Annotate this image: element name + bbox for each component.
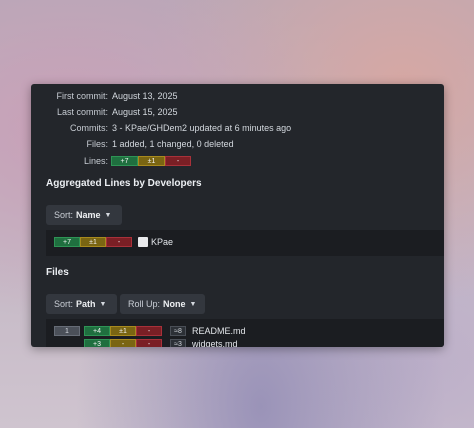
files-sort-value: Path <box>76 299 96 309</box>
chevron-down-icon: ▼ <box>189 300 197 308</box>
developer-changed-badge: ±1 <box>80 237 106 247</box>
files-value: 1 added, 1 changed, 0 deleted <box>112 139 234 149</box>
last-commit-label: Last commit: <box>56 107 108 117</box>
commits-label: Commits: <box>70 123 108 133</box>
developers-sort-label: Sort: <box>54 210 74 220</box>
developers-sort-dropdown[interactable]: Sort: Name ▼ <box>46 205 122 225</box>
file-name[interactable]: widgets.md <box>192 339 238 347</box>
file-line-badges: +3 - - <box>84 339 162 347</box>
file-count: ≈8 <box>170 326 186 336</box>
chevron-down-icon: ▼ <box>99 300 107 308</box>
developers-sort-value: Name <box>76 210 101 220</box>
file-row[interactable]: 1 +4 ±1 - ≈8 README.md <box>54 325 246 337</box>
lines-label: Lines: <box>83 156 108 166</box>
commit-summary-panel: First commit: August 13, 2025 Last commi… <box>31 84 444 347</box>
file-index-badge: 1 <box>54 326 80 336</box>
file-changed-badge: - <box>110 339 136 347</box>
file-deleted-badge: - <box>136 339 162 347</box>
file-count: ≈3 <box>170 339 186 347</box>
files-label: Files: <box>86 139 108 149</box>
developer-row[interactable]: +7 ±1 - KPae <box>54 237 173 247</box>
lines-added-badge: +7 <box>111 156 138 166</box>
last-commit-value: August 15, 2025 <box>112 107 178 117</box>
files-rollup-label: Roll Up: <box>128 299 161 309</box>
file-added-badge: +3 <box>84 339 110 347</box>
first-commit-value: August 13, 2025 <box>112 91 178 101</box>
commits-row: Commits: 3 - KPae/GHDem2 updated at 6 mi… <box>31 121 444 135</box>
commits-value[interactable]: 3 - KPae/GHDem2 updated at 6 minutes ago <box>112 123 291 133</box>
file-row[interactable]: +3 - - ≈3 widgets.md <box>54 338 238 347</box>
first-commit-label: First commit: <box>56 91 109 101</box>
files-sort-label: Sort: <box>54 299 74 309</box>
files-row: Files: 1 added, 1 changed, 0 deleted <box>31 137 444 151</box>
files-section-title: Files <box>46 267 69 278</box>
developer-deleted-badge: - <box>106 237 132 247</box>
files-sort-dropdown[interactable]: Sort: Path ▼ <box>46 294 117 314</box>
files-rollup-dropdown[interactable]: Roll Up: None ▼ <box>120 294 205 314</box>
developer-line-badges: +7 ±1 - <box>54 237 132 247</box>
files-rollup-value: None <box>163 299 186 309</box>
last-commit-row: Last commit: August 15, 2025 <box>31 105 444 119</box>
file-line-badges: +4 ±1 - <box>84 326 162 336</box>
developer-name[interactable]: KPae <box>151 237 173 247</box>
file-changed-badge: ±1 <box>110 326 136 336</box>
file-deleted-badge: - <box>136 326 162 336</box>
lines-changed-badge: ±1 <box>138 156 165 166</box>
file-list: 1 +4 ±1 - ≈8 README.md +3 - - ≈3 widgets… <box>46 319 444 347</box>
avatar <box>138 237 148 247</box>
lines-row: Lines: +7 ±1 - <box>31 154 444 168</box>
file-name[interactable]: README.md <box>192 326 246 336</box>
lines-deleted-badge: - <box>165 156 191 166</box>
developer-list: +7 ±1 - KPae <box>46 230 444 256</box>
lines-badges: +7 ±1 - <box>111 156 191 166</box>
first-commit-row: First commit: August 13, 2025 <box>31 89 444 103</box>
developers-section-title: Aggregated Lines by Developers <box>46 178 202 189</box>
file-added-badge: +4 <box>84 326 110 336</box>
developer-added-badge: +7 <box>54 237 80 247</box>
chevron-down-icon: ▼ <box>104 211 112 219</box>
